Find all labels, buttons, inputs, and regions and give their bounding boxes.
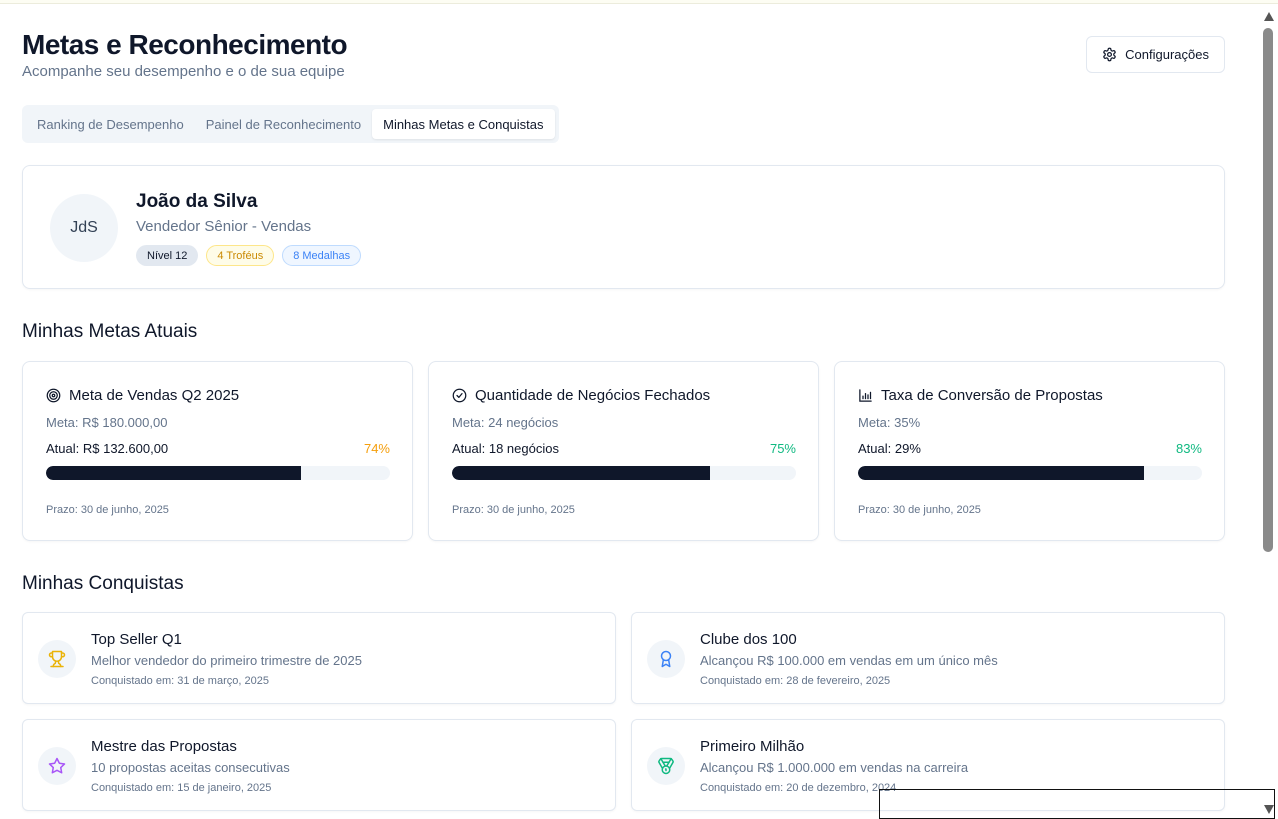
page-title: Metas e Reconhecimento [22,29,348,60]
goal-title: Meta de Vendas Q2 2025 [69,387,240,404]
gear-icon [1103,47,1116,62]
goal-progress-fill [46,466,301,480]
goal-percent: 74% [363,441,390,456]
achievement-card: Top Seller Q1 Melhor vendedor do primeir… [22,612,616,704]
vertical-scrollbar[interactable] [1258,4,1278,819]
goal-progress-bar [858,466,1202,480]
tab-list: Ranking de Desempenho Painel de Reconhec… [22,105,559,143]
goal-card: Quantidade de Negócios Fechados Meta: 24… [428,361,819,541]
avatar: JdS [50,194,118,262]
goal-target: Meta: R$ 180.000,00 [46,415,168,430]
achievement-date: Conquistado em: 28 de fevereiro, 2025 [700,675,891,687]
achievement-card: Mestre das Propostas 10 propostas aceita… [22,719,616,811]
trophy-icon [48,650,66,668]
scroll-thumb[interactable] [1263,28,1273,552]
goal-percent: 83% [1175,441,1202,456]
goal-title: Quantidade de Negócios Fechados [475,387,711,404]
tab-recognition-panel[interactable]: Painel de Reconhecimento [195,109,372,139]
achievement-description: 10 propostas aceitas consecutivas [91,760,290,775]
goal-current: Atual: 29% [858,441,921,456]
tab-ranking[interactable]: Ranking de Desempenho [26,109,195,139]
settings-button-label: Configurações [1125,47,1209,62]
achievements-section-title: Minhas Conquistas [22,573,184,594]
profile-role: Vendedor Sênior - Vendas [136,218,312,235]
achievement-description: Alcançou R$ 1.000.000 em vendas na carre… [700,760,969,775]
goal-title: Taxa de Conversão de Propostas [881,387,1103,404]
achievement-description: Melhor vendedor do primeiro trimestre de… [91,653,362,668]
page-subtitle: Acompanhe seu desempenho e o de sua equi… [22,63,345,80]
top-border [0,0,1278,4]
profile-badges: Nível 12 4 Troféus 8 Medalhas [136,245,362,266]
goal-current: Atual: R$ 132.600,00 [46,441,169,456]
award-icon [660,650,672,668]
profile-card: JdS João da Silva Vendedor Sênior - Vend… [22,165,1225,289]
goal-card: Meta de Vendas Q2 2025 Meta: R$ 180.000,… [22,361,413,541]
achievement-date: Conquistado em: 15 de janeiro, 2025 [91,782,272,794]
goal-progress-fill [858,466,1144,480]
goal-progress-bar [452,466,796,480]
trophies-badge: 4 Troféus [206,245,275,266]
goal-current: Atual: 18 negócios [452,441,559,456]
achievement-title: Mestre das Propostas [91,738,237,755]
goal-deadline: Prazo: 30 de junho, 2025 [46,504,169,516]
page-header: Metas e Reconhecimento Acompanhe seu des… [22,28,1225,80]
achievement-date: Conquistado em: 31 de março, 2025 [91,675,269,687]
settings-button[interactable]: Configurações [1086,36,1225,73]
level-badge: Nível 12 [136,245,199,266]
goal-percent: 75% [769,441,796,456]
star-icon [48,757,66,774]
target-icon [46,388,61,403]
tab-my-goals[interactable]: Minhas Metas e Conquistas [372,109,555,139]
achievement-title: Clube dos 100 [700,631,797,648]
achievement-title: Top Seller Q1 [91,631,182,648]
achievement-description: Alcançou R$ 100.000 em vendas em um únic… [700,653,998,668]
goals-section-title: Minhas Metas Atuais [22,321,198,342]
goal-deadline: Prazo: 30 de junho, 2025 [452,504,575,516]
goal-progress-fill [452,466,710,480]
goal-progress-bar [46,466,390,480]
goal-deadline: Prazo: 30 de junho, 2025 [858,504,981,516]
overlay-outline [879,789,1275,819]
profile-name: João da Silva [136,191,258,212]
goal-target: Meta: 35% [858,415,921,430]
achievement-date: Conquistado em: 20 de dezembro, 2024 [700,782,897,794]
scroll-up-arrow-icon[interactable] [1264,12,1274,21]
medals-badge: 8 Medalhas [282,245,362,266]
achievement-card: Clube dos 100 Alcançou R$ 100.000 em ven… [631,612,1225,704]
achievement-title: Primeiro Milhão [700,738,805,755]
goal-card: Taxa de Conversão de Propostas Meta: 35%… [834,361,1225,541]
goal-target: Meta: 24 negócios [452,415,559,430]
medal-icon [658,757,674,775]
bar-chart-icon [859,389,872,402]
check-circle-icon [452,388,467,403]
